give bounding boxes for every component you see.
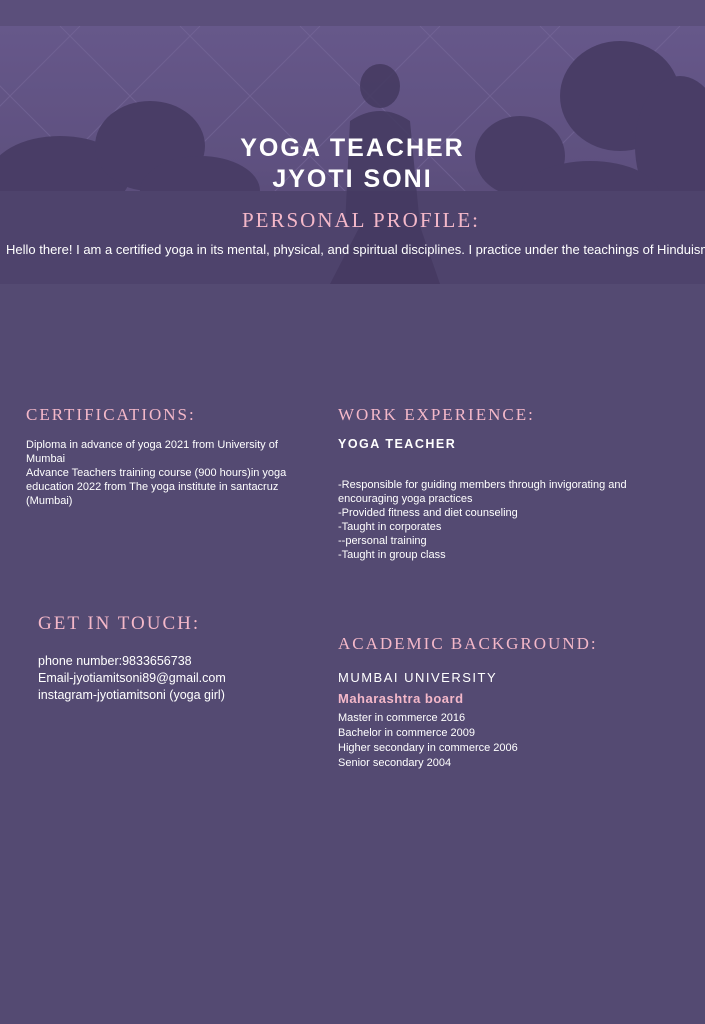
work-duties-list: -Responsible for guiding members through…	[338, 478, 678, 562]
certification-line: Advance Teachers training course (900 ho…	[26, 467, 287, 479]
contact-phone: phone number:9833656738	[38, 654, 192, 668]
academic-line: Master in commerce 2016	[338, 712, 466, 724]
certifications-section: CERTIFICATIONS: Diploma in advance of yo…	[26, 405, 316, 508]
certifications-heading: CERTIFICATIONS:	[26, 405, 196, 424]
profile-heading: PERSONAL PROFILE:	[241, 208, 480, 232]
academic-board: Maharashtra board	[338, 691, 464, 706]
academic-section: ACADEMIC BACKGROUND: MUMBAI UNIVERSITY M…	[338, 634, 678, 771]
academic-line: Higher secondary in commerce 2006	[338, 742, 518, 754]
academic-line: Bachelor in commerce 2009	[338, 727, 475, 739]
academic-heading: ACADEMIC BACKGROUND:	[338, 634, 598, 653]
profile-text: Hello there! I am a certified yoga in it…	[6, 242, 705, 257]
title-role: YOGA TEACHER	[240, 134, 465, 162]
work-duty-line: -Taught in corporates	[338, 521, 442, 533]
contact-instagram: instagram-jyotiamitsoni (yoga girl)	[38, 688, 225, 702]
work-duty-line: -Provided fitness and diet counseling	[338, 507, 518, 519]
work-role: YOGA TEACHER	[338, 437, 457, 451]
work-duty-line: -Responsible for guiding members through…	[338, 479, 627, 491]
top-band	[0, 0, 705, 26]
work-duty-line: encouraging yoga practices	[338, 493, 473, 505]
certification-line: (Mumbai)	[26, 495, 73, 507]
certification-line: Diploma in advance of yoga 2021 from Uni…	[26, 439, 278, 451]
work-duty-line: --personal training	[338, 535, 427, 547]
work-duty-line: -Taught in group class	[338, 549, 446, 561]
certification-line: education 2022 from The yoga institute i…	[26, 481, 279, 493]
work-experience-heading: WORK EXPERIENCE:	[338, 405, 535, 424]
contact-heading: GET IN TOUCH:	[38, 613, 201, 634]
academic-line: Senior secondary 2004	[338, 757, 452, 769]
academic-university: MUMBAI UNIVERSITY	[338, 670, 498, 685]
title-name: JYOTI SONI	[272, 165, 433, 193]
certifications-list: Diploma in advance of yoga 2021 from Uni…	[26, 438, 316, 508]
contact-section: GET IN TOUCH: phone number:9833656738 Em…	[38, 613, 318, 704]
academic-list: Master in commerce 2016 Bachelor in comm…	[338, 711, 678, 771]
contact-list: phone number:9833656738 Email-jyotiamits…	[38, 653, 318, 704]
hero-banner: YOGA TEACHER JYOTI SONI PERSONAL PROFILE…	[0, 26, 705, 284]
contact-email: Email-jyotiamitsoni89@gmail.com	[38, 671, 226, 685]
certification-line: Mumbai	[26, 453, 66, 465]
work-experience-section: WORK EXPERIENCE: YOGA TEACHER -Responsib…	[338, 405, 678, 562]
